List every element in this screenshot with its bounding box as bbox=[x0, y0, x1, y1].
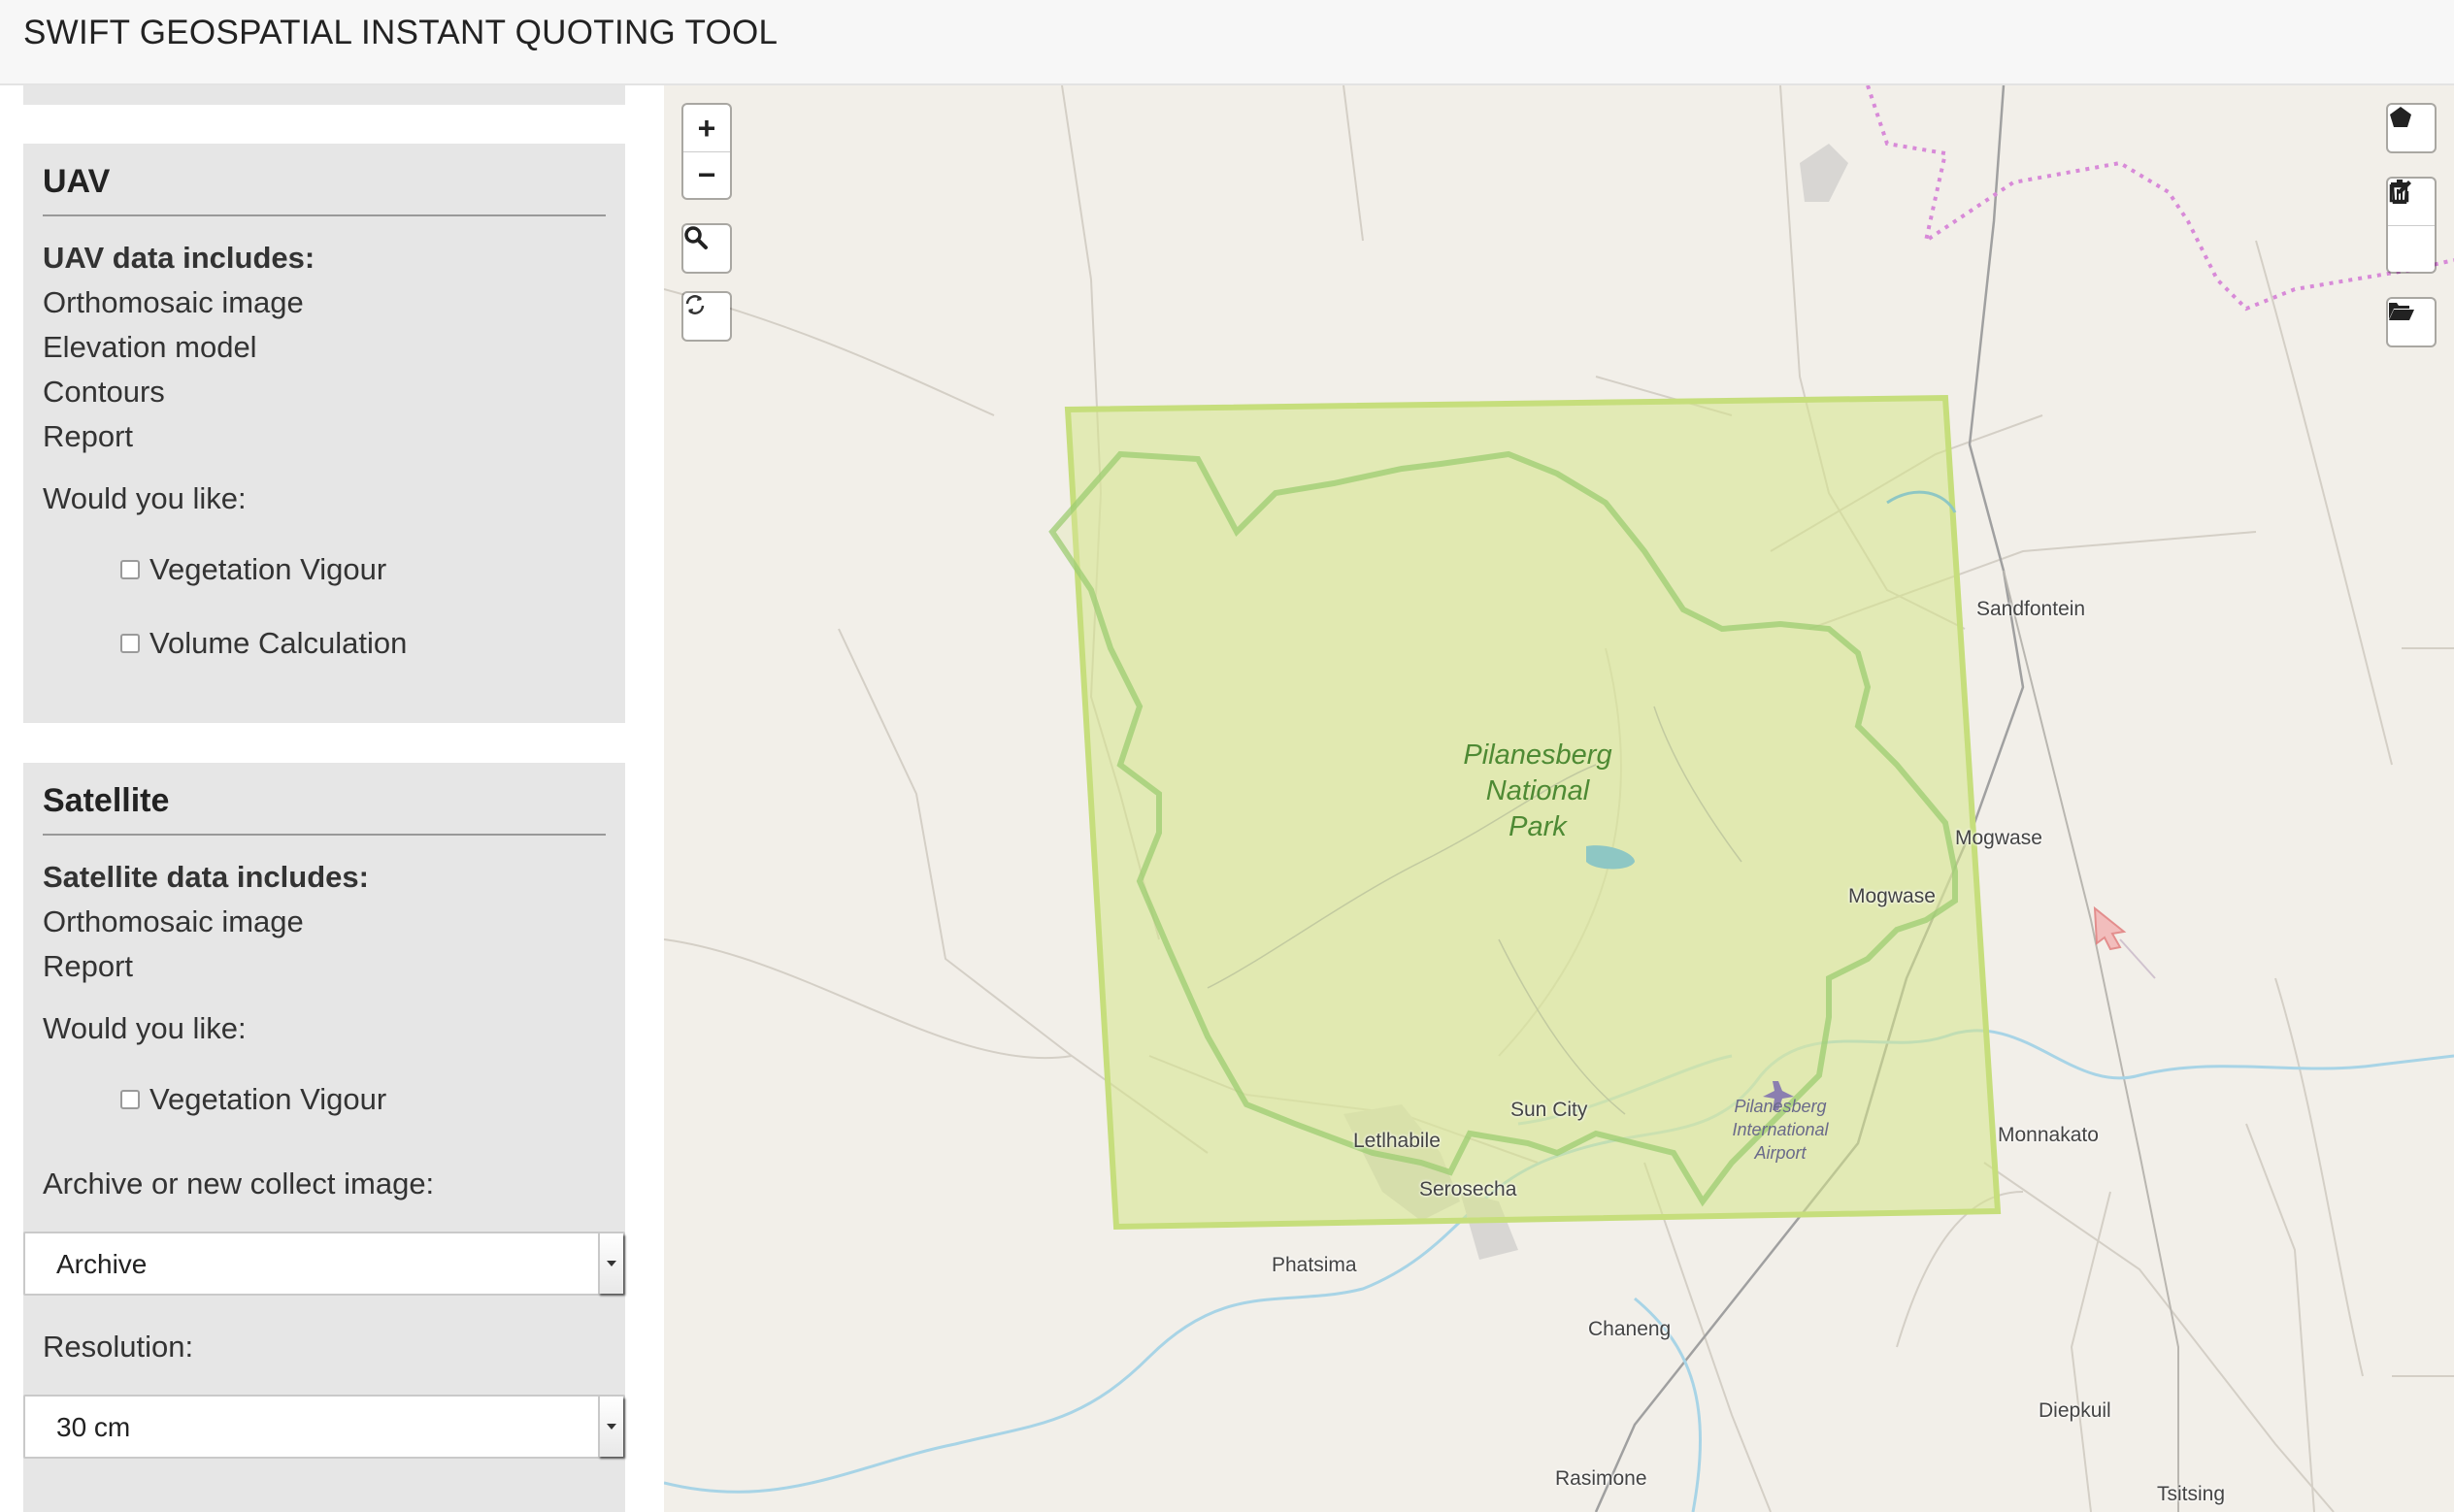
airport-label-line-2: International bbox=[1732, 1120, 1829, 1139]
archive-select[interactable]: Archive bbox=[23, 1232, 625, 1296]
zoom-out-button[interactable]: − bbox=[683, 151, 730, 198]
sidebar: UAV UAV data includes: Orthomosaic image… bbox=[0, 85, 664, 1512]
chevron-down-icon[interactable] bbox=[598, 1233, 623, 1294]
search-control bbox=[681, 223, 732, 274]
uav-item-orthomosaic: Orthomosaic image bbox=[43, 285, 304, 319]
place-chaneng: Chaneng bbox=[1588, 1318, 1672, 1340]
satellite-panel: Satellite Satellite data includes: Ortho… bbox=[23, 763, 625, 1512]
zoom-in-button[interactable]: + bbox=[683, 105, 730, 151]
airport-name-label: Pilanesberg International Airport bbox=[1712, 1095, 1848, 1165]
delete-layers-button[interactable] bbox=[2388, 180, 2435, 272]
satellite-option-vegetation-vigour[interactable]: Vegetation Vigour bbox=[120, 1076, 606, 1123]
park-label-line-1: Pilanesberg bbox=[1463, 740, 1612, 771]
refresh-button[interactable] bbox=[683, 293, 730, 340]
uav-includes-label: UAV data includes: bbox=[43, 241, 315, 275]
place-phatsima: Phatsima bbox=[1272, 1254, 1357, 1276]
top-bar: SWIFT GEOSPATIAL INSTANT QUOTING TOOL bbox=[0, 0, 2454, 85]
uav-item-elevation-model: Elevation model bbox=[43, 330, 257, 364]
satellite-item-report: Report bbox=[43, 949, 134, 983]
cursor-arrow-icon bbox=[2093, 905, 2156, 979]
previous-panel-edge bbox=[23, 85, 625, 105]
uav-volume-calculation-label: Volume Calculation bbox=[149, 626, 408, 660]
trash-icon bbox=[2391, 180, 2408, 204]
search-icon bbox=[684, 226, 708, 249]
place-mogwase-west: Mogwase bbox=[1848, 885, 1936, 907]
chevron-down-icon[interactable] bbox=[598, 1397, 623, 1457]
edit-tools-control bbox=[2386, 177, 2437, 274]
resolution-select-value: 30 cm bbox=[56, 1412, 131, 1442]
uav-heading: UAV bbox=[43, 144, 606, 216]
open-file-button[interactable] bbox=[2388, 299, 2435, 345]
open-file-control bbox=[2386, 297, 2437, 347]
airport-label-line-1: Pilanesberg bbox=[1734, 1097, 1827, 1116]
uav-prompt: Would you like: bbox=[43, 481, 247, 515]
archive-label: Archive or new collect image: bbox=[43, 1167, 435, 1200]
airport-label-line-3: Airport bbox=[1754, 1143, 1807, 1163]
satellite-heading: Satellite bbox=[43, 763, 606, 836]
place-rasimone: Rasimone bbox=[1555, 1467, 1647, 1490]
uav-panel: UAV UAV data includes: Orthomosaic image… bbox=[23, 144, 625, 723]
folder-open-icon bbox=[2389, 303, 2414, 320]
place-sun-city: Sun City bbox=[1510, 1099, 1588, 1121]
resolution-label: Resolution: bbox=[43, 1330, 194, 1364]
map-view[interactable]: Pilanesberg National Park Pilanesberg In… bbox=[664, 85, 2454, 1512]
park-label-line-3: Park bbox=[1509, 811, 1567, 842]
app-title: SWIFT GEOSPATIAL INSTANT QUOTING TOOL bbox=[23, 14, 779, 51]
uav-vegetation-vigour-label: Vegetation Vigour bbox=[149, 552, 387, 586]
place-mogwase-east: Mogwase bbox=[1955, 827, 2042, 849]
satellite-prompt: Would you like: bbox=[43, 1011, 247, 1045]
uav-item-contours: Contours bbox=[43, 375, 165, 409]
satellite-includes-label: Satellite data includes: bbox=[43, 860, 369, 894]
draw-polygon-control bbox=[2386, 103, 2437, 153]
park-label-line-2: National bbox=[1485, 775, 1590, 806]
park-name-label: Pilanesberg National Park bbox=[1460, 738, 1615, 845]
place-monnakato: Monnakato bbox=[1998, 1124, 2099, 1146]
polygon-icon bbox=[2390, 107, 2411, 127]
refresh-control bbox=[681, 291, 732, 342]
uav-volume-calculation-checkbox[interactable] bbox=[120, 634, 140, 653]
archive-select-value: Archive bbox=[56, 1249, 148, 1279]
place-serosecha: Serosecha bbox=[1419, 1178, 1517, 1200]
resolution-select[interactable]: 30 cm bbox=[23, 1395, 625, 1459]
place-tsitsing: Tsitsing bbox=[2157, 1483, 2226, 1505]
search-button[interactable] bbox=[683, 225, 730, 272]
draw-polygon-button[interactable] bbox=[2388, 105, 2435, 151]
place-sandfontein: Sandfontein bbox=[1976, 598, 2086, 620]
place-diepkuil: Diepkuil bbox=[2039, 1399, 2111, 1422]
satellite-vegetation-vigour-checkbox[interactable] bbox=[120, 1090, 140, 1109]
refresh-icon bbox=[685, 295, 705, 314]
uav-option-vegetation-vigour[interactable]: Vegetation Vigour bbox=[120, 546, 606, 593]
uav-item-report: Report bbox=[43, 419, 134, 453]
satellite-vegetation-vigour-label: Vegetation Vigour bbox=[149, 1082, 387, 1116]
satellite-item-orthomosaic: Orthomosaic image bbox=[43, 904, 304, 938]
uav-option-volume-calculation[interactable]: Volume Calculation bbox=[120, 620, 606, 667]
zoom-control: + − bbox=[681, 103, 732, 200]
uav-vegetation-vigour-checkbox[interactable] bbox=[120, 560, 140, 579]
place-letlhabile: Letlhabile bbox=[1353, 1130, 1441, 1152]
